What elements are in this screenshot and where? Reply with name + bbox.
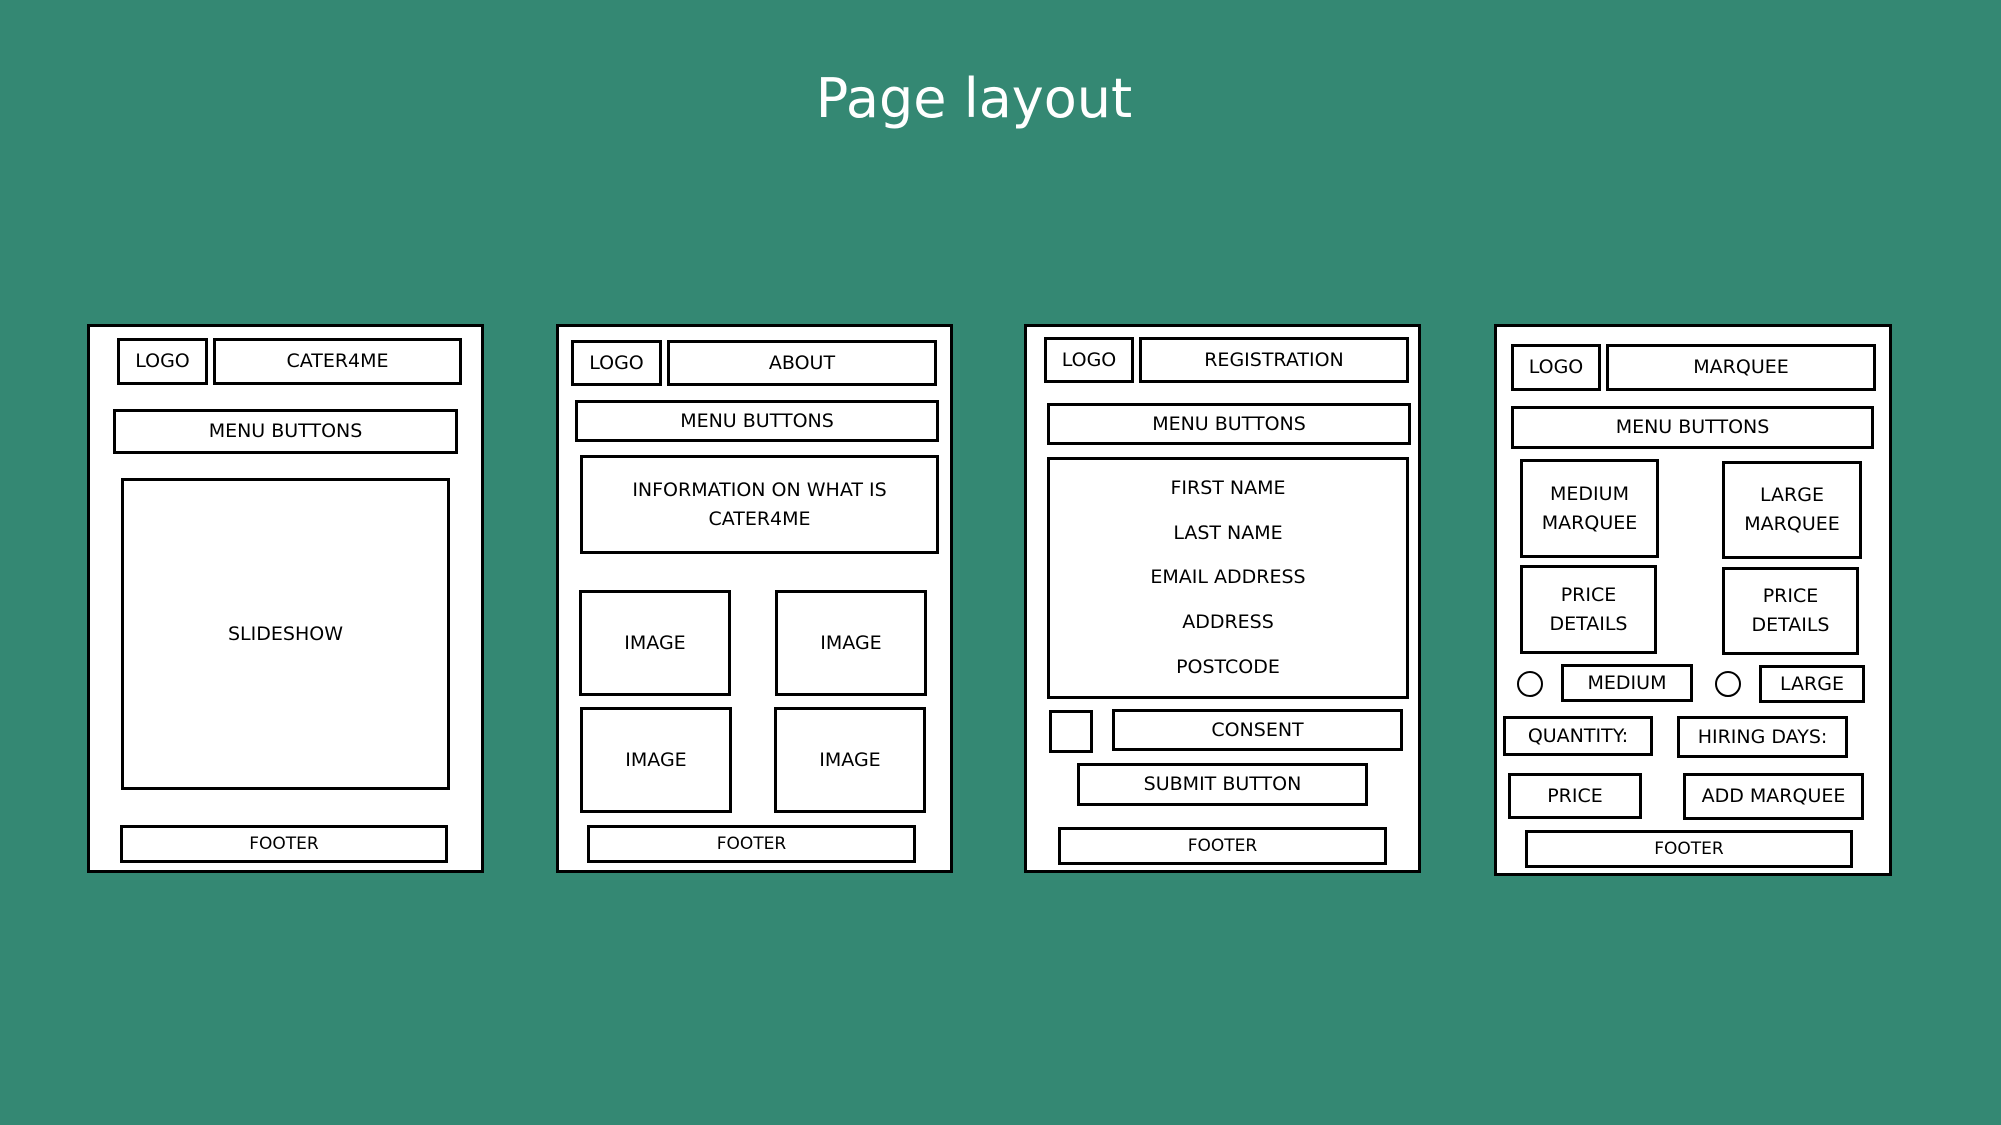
hiring-days-box: HIRING DAYS: — [1677, 716, 1848, 758]
logo-box: LOGO — [571, 340, 662, 386]
page-title-box: CATER4ME — [213, 338, 462, 385]
footer-box: FOOTER — [1058, 827, 1387, 865]
price-details-medium-box: PRICE DETAILS — [1520, 565, 1657, 654]
info-box: INFORMATION ON WHAT IS CATER4ME — [580, 455, 939, 554]
image-placeholder: IMAGE — [775, 590, 927, 696]
large-marquee-box: LARGE MARQUEE — [1722, 461, 1862, 559]
medium-marquee-box: MEDIUM MARQUEE — [1520, 459, 1659, 558]
consent-checkbox — [1049, 710, 1093, 753]
consent-box: CONSENT — [1112, 709, 1403, 751]
logo-box: LOGO — [1511, 344, 1601, 391]
address-label: ADDRESS — [1182, 611, 1274, 634]
price-details-medium-label: PRICE DETAILS — [1549, 583, 1628, 635]
menu-buttons-box: MENU BUTTONS — [1047, 403, 1411, 445]
page-title-box: ABOUT — [667, 340, 937, 386]
menu-buttons-box: MENU BUTTONS — [575, 400, 939, 442]
price-box: PRICE — [1508, 773, 1642, 819]
medium-option-box: MEDIUM — [1561, 664, 1693, 702]
image-placeholder: IMAGE — [579, 590, 731, 696]
email-address-label: EMAIL ADDRESS — [1150, 566, 1306, 589]
slideshow-box: SLIDESHOW — [121, 478, 450, 790]
slide-title: Page layout — [815, 67, 1133, 130]
submit-button-box: SUBMIT BUTTON — [1077, 763, 1368, 806]
medium-marquee-label: MEDIUM MARQUEE — [1541, 482, 1638, 534]
medium-radio-icon — [1517, 671, 1543, 697]
footer-box: FOOTER — [1525, 830, 1853, 868]
postcode-label: POSTCODE — [1176, 656, 1280, 679]
first-name-label: FIRST NAME — [1170, 476, 1286, 499]
footer-box: FOOTER — [120, 825, 448, 863]
info-text: INFORMATION ON WHAT IS CATER4ME — [632, 478, 887, 530]
page-title-box: MARQUEE — [1606, 344, 1876, 391]
menu-buttons-box: MENU BUTTONS — [113, 409, 458, 454]
image-placeholder: IMAGE — [580, 707, 732, 813]
logo-box: LOGO — [1044, 337, 1134, 383]
price-details-large-box: PRICE DETAILS — [1722, 567, 1859, 655]
large-radio-icon — [1715, 671, 1741, 697]
logo-box: LOGO — [117, 338, 208, 385]
quantity-box: QUANTITY: — [1503, 716, 1653, 756]
add-marquee-box: ADD MARQUEE — [1683, 773, 1864, 820]
page-title-box: REGISTRATION — [1139, 337, 1409, 383]
image-placeholder: IMAGE — [774, 707, 926, 813]
footer-box: FOOTER — [587, 825, 916, 863]
menu-buttons-box: MENU BUTTONS — [1511, 406, 1874, 449]
large-option-box: LARGE — [1759, 665, 1865, 703]
last-name-label: LAST NAME — [1173, 521, 1283, 544]
large-marquee-label: LARGE MARQUEE — [1744, 484, 1840, 535]
price-details-large-label: PRICE DETAILS — [1751, 585, 1830, 636]
registration-form: FIRST NAME LAST NAME EMAIL ADDRESS ADDRE… — [1047, 457, 1409, 699]
